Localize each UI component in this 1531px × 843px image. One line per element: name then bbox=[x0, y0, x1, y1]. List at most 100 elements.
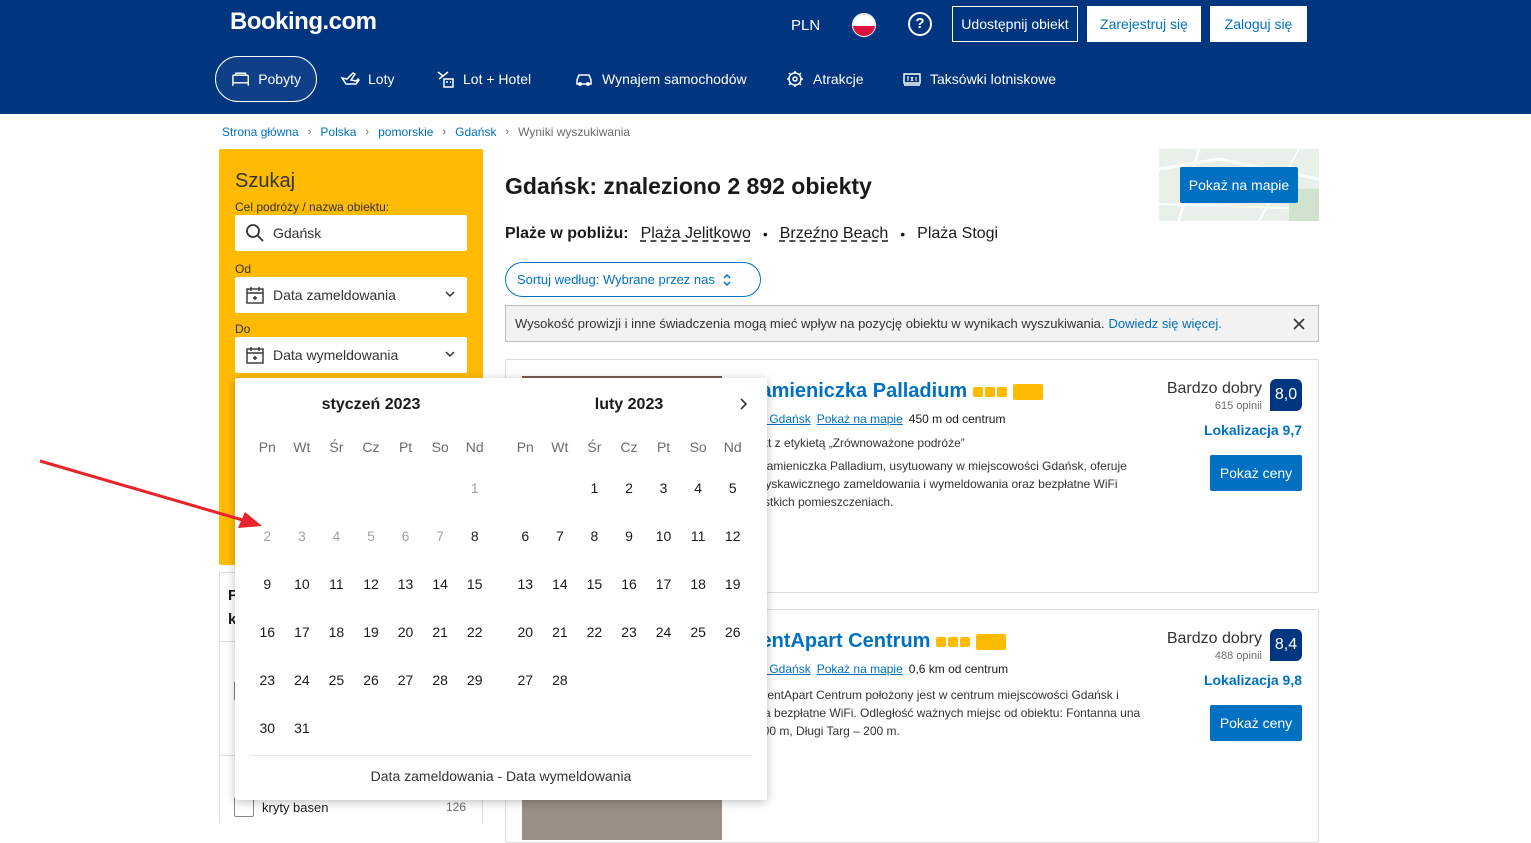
calendar-day[interactable]: 16 bbox=[612, 560, 647, 608]
calendar-day[interactable]: 13 bbox=[508, 560, 543, 608]
calendar-day[interactable]: 14 bbox=[423, 560, 458, 608]
calendar-day[interactable]: 11 bbox=[319, 560, 354, 608]
property-name[interactable]: RentApart Centrum bbox=[746, 630, 1007, 653]
checkbox[interactable] bbox=[234, 797, 254, 817]
calendar-day[interactable]: 18 bbox=[319, 608, 354, 656]
beach-link[interactable]: Plaża Jelitkowo bbox=[641, 225, 751, 243]
calendar-day[interactable]: 4 bbox=[681, 464, 716, 512]
checkin-field[interactable]: Data zameldowania bbox=[235, 277, 467, 313]
calendar-day[interactable]: 20 bbox=[508, 608, 543, 656]
calendar-day[interactable]: 10 bbox=[285, 560, 320, 608]
calendar-day[interactable]: 20 bbox=[388, 608, 423, 656]
calendar-day[interactable]: 23 bbox=[612, 608, 647, 656]
beach-link[interactable]: Brzeźno Beach bbox=[780, 225, 889, 243]
plane-icon bbox=[340, 72, 360, 85]
nav-flights[interactable]: Loty bbox=[340, 56, 394, 102]
calendar-day[interactable]: 24 bbox=[646, 608, 681, 656]
calendar-day[interactable]: 2 bbox=[612, 464, 647, 512]
calendar-day[interactable]: 28 bbox=[543, 656, 578, 704]
close-icon[interactable] bbox=[1292, 317, 1306, 331]
list-property-button[interactable]: Udostępnij obiekt bbox=[952, 6, 1078, 42]
show-on-map-button[interactable]: Pokaż na mapie bbox=[1180, 167, 1298, 203]
calendar-day[interactable]: 27 bbox=[388, 656, 423, 704]
calendar-grid-february: Pn Wt Śr Cz Pt So Nd 1 2 3 4 5 6 7 8 9 10 11 12 13 14 15 16 17 1… bbox=[508, 430, 750, 704]
location-score: Lokalizacja 9,7 bbox=[1203, 422, 1302, 438]
calendar-day[interactable]: 21 bbox=[423, 608, 458, 656]
calendar-day[interactable]: 25 bbox=[319, 656, 354, 704]
calendar-day[interactable]: 9 bbox=[250, 560, 285, 608]
sort-dropdown[interactable]: Sortuj według: Wybrane przez nas bbox=[505, 262, 761, 297]
chevron-right-icon: › bbox=[442, 126, 447, 138]
booking-logo[interactable]: Booking.com bbox=[230, 8, 377, 36]
calendar-day[interactable]: 13 bbox=[388, 560, 423, 608]
breadcrumb-country[interactable]: Polska bbox=[320, 125, 356, 139]
login-button[interactable]: Zaloguj się bbox=[1210, 6, 1307, 42]
register-button[interactable]: Zarejestruj się bbox=[1087, 6, 1201, 42]
nav-flight-hotel[interactable]: Lot + Hotel bbox=[435, 56, 531, 102]
calendar-day[interactable]: 15 bbox=[457, 560, 492, 608]
beach-link[interactable]: Plaża Stogi bbox=[917, 225, 998, 243]
calendar-day[interactable]: 27 bbox=[508, 656, 543, 704]
nav-airport-taxis[interactable]: Taksówki lotniskowe bbox=[902, 56, 1056, 102]
review-score-badge[interactable]: 8,4 bbox=[1270, 629, 1302, 661]
calendar-day[interactable]: 14 bbox=[543, 560, 578, 608]
calendar-day[interactable]: 8 bbox=[577, 512, 612, 560]
calendar-day[interactable]: 22 bbox=[457, 608, 492, 656]
calendar-day[interactable]: 16 bbox=[250, 608, 285, 656]
nav-stays[interactable]: Pobyty bbox=[215, 56, 317, 102]
poland-flag-icon[interactable] bbox=[852, 13, 876, 37]
map-preview[interactable]: Pokaż na mapie bbox=[1159, 149, 1319, 221]
calendar-day[interactable]: 30 bbox=[250, 704, 285, 752]
calendar-day[interactable]: 19 bbox=[715, 560, 750, 608]
calendar-day[interactable]: 5 bbox=[715, 464, 750, 512]
nav-attractions[interactable]: Atrakcje bbox=[785, 56, 864, 102]
calendar-day[interactable]: 15 bbox=[577, 560, 612, 608]
show-on-map-link[interactable]: Pokaż na mapie bbox=[817, 412, 903, 426]
calendar-day[interactable]: 7 bbox=[543, 512, 578, 560]
property-title[interactable]: RentApart Centrum bbox=[746, 630, 930, 653]
help-icon[interactable]: ? bbox=[908, 12, 932, 36]
calendar-day[interactable]: 19 bbox=[354, 608, 389, 656]
thumbs-up-plus-icon bbox=[976, 633, 1007, 650]
property-title[interactable]: Kamieniczka Palladium bbox=[746, 380, 967, 403]
breadcrumb-city[interactable]: Gdańsk bbox=[455, 125, 496, 139]
breadcrumb-home[interactable]: Strona główna bbox=[222, 125, 299, 139]
nav-car-rental[interactable]: Wynajem samochodów bbox=[574, 56, 747, 102]
calendar-day[interactable]: 21 bbox=[543, 608, 578, 656]
calendar-day[interactable]: 8 bbox=[457, 512, 492, 560]
calendar-day[interactable]: 11 bbox=[681, 512, 716, 560]
calendar-day[interactable]: 28 bbox=[423, 656, 458, 704]
checkout-label: Do bbox=[235, 322, 251, 336]
calendar-day[interactable]: 10 bbox=[646, 512, 681, 560]
calendar-day[interactable]: 26 bbox=[715, 608, 750, 656]
calendar-day[interactable]: 29 bbox=[457, 656, 492, 704]
calendar-day[interactable]: 1 bbox=[577, 464, 612, 512]
calendar-day[interactable]: 26 bbox=[354, 656, 389, 704]
show-prices-button[interactable]: Pokaż ceny bbox=[1210, 455, 1302, 491]
property-photo[interactable] bbox=[522, 800, 722, 840]
chevron-right-icon[interactable] bbox=[735, 396, 751, 412]
breadcrumb-region[interactable]: pomorskie bbox=[378, 125, 433, 139]
filter-item-indoor-pool[interactable]: kryty basen 126 bbox=[234, 797, 474, 817]
currency-selector[interactable]: PLN bbox=[791, 17, 820, 34]
calendar-day[interactable]: 3 bbox=[646, 464, 681, 512]
calendar-day[interactable]: 22 bbox=[577, 608, 612, 656]
calendar-day[interactable]: 17 bbox=[285, 608, 320, 656]
review-score-badge[interactable]: 8,0 bbox=[1270, 379, 1302, 411]
calendar-day[interactable]: 12 bbox=[715, 512, 750, 560]
calendar-day[interactable]: 9 bbox=[612, 512, 647, 560]
checkout-field[interactable]: Data wymeldowania bbox=[235, 337, 467, 373]
calendar-day[interactable]: 24 bbox=[285, 656, 320, 704]
learn-more-link[interactable]: Dowiedz się więcej. bbox=[1108, 316, 1221, 331]
calendar-day[interactable]: 25 bbox=[681, 608, 716, 656]
calendar-day[interactable]: 12 bbox=[354, 560, 389, 608]
calendar-day[interactable]: 17 bbox=[646, 560, 681, 608]
calendar-day[interactable]: 6 bbox=[508, 512, 543, 560]
show-on-map-link[interactable]: Pokaż na mapie bbox=[817, 662, 903, 676]
calendar-day[interactable]: 18 bbox=[681, 560, 716, 608]
destination-input[interactable]: Gdańsk bbox=[235, 215, 467, 251]
show-prices-button[interactable]: Pokaż ceny bbox=[1210, 705, 1302, 741]
property-name[interactable]: Kamieniczka Palladium bbox=[746, 380, 1044, 403]
calendar-day[interactable]: 31 bbox=[285, 704, 320, 752]
calendar-day[interactable]: 23 bbox=[250, 656, 285, 704]
